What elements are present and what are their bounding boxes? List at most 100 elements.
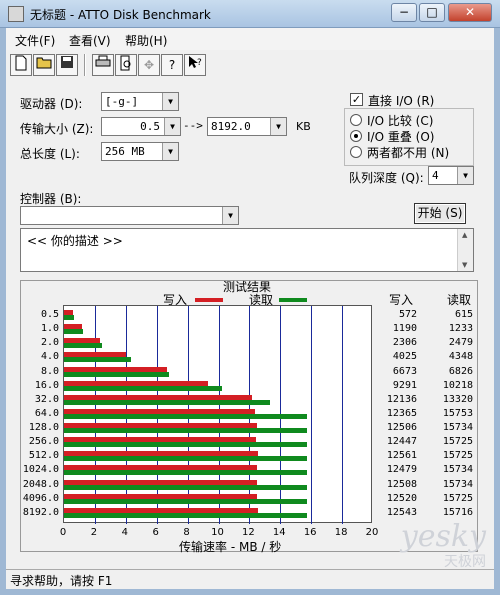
save-icon[interactable] [56, 54, 78, 76]
y-tick-label: 8.0 [40, 365, 59, 377]
app-icon [8, 6, 24, 22]
menu-file[interactable]: 文件(F) [15, 32, 55, 49]
context-help-icon[interactable]: ? [184, 54, 206, 76]
y-tick-label: 1.0 [40, 323, 59, 335]
help-icon[interactable]: ? [161, 54, 183, 76]
print-preview-icon[interactable] [115, 54, 137, 76]
watermark-logo: yesky 天极网 [400, 519, 486, 571]
description-field[interactable]: << 你的描述 >> ▲ ▼ [20, 228, 474, 272]
toolbar-separator [84, 54, 86, 76]
read-value-cell: 15734 [442, 422, 473, 434]
read-value-cell: 2479 [448, 337, 473, 349]
write-value-cell: 12543 [386, 506, 417, 518]
controller-select[interactable]: ▼ [20, 206, 239, 225]
drive-select[interactable]: [-g-] ▼ [101, 92, 179, 111]
y-tick-label: 0.5 [40, 309, 59, 320]
window-title: 无标题 - ATTO Disk Benchmark [30, 8, 211, 22]
grid-line [311, 306, 313, 524]
transfer-from-value: 0.5 [140, 120, 160, 133]
read-bar [64, 315, 74, 320]
svg-text:?: ? [197, 58, 202, 68]
write-value-cell: 9291 [392, 379, 417, 391]
y-tick-label: 128.0 [28, 422, 59, 434]
read-value-cell: 4348 [448, 351, 473, 363]
chevron-down-icon[interactable]: ▼ [222, 207, 238, 224]
y-tick-label: 64.0 [34, 407, 59, 419]
y-tick-label: 8192.0 [22, 506, 59, 518]
x-tick-label: 2 [90, 527, 98, 538]
read-value-cell: 15725 [442, 436, 473, 448]
chart-plot-area [63, 305, 372, 524]
read-bar [64, 456, 307, 462]
chevron-down-icon[interactable]: ▼ [164, 118, 180, 135]
write-value-cell: 12561 [386, 450, 417, 462]
read-bar [64, 512, 307, 518]
transfer-from-select[interactable]: 0.5 ▼ [101, 117, 181, 136]
read-bar [64, 343, 103, 349]
write-value-cell: 12520 [386, 492, 417, 504]
legend-write-swatch [195, 298, 223, 302]
read-value-cell: 615 [454, 309, 473, 320]
queue-depth-select[interactable]: 4 ▼ [428, 166, 474, 185]
scroll-down-icon[interactable]: ▼ [462, 261, 467, 269]
transfer-size-label: 传输大小 (Z): [20, 122, 94, 136]
chevron-down-icon[interactable]: ▼ [162, 93, 178, 110]
io-compare-radio[interactable] [350, 114, 362, 126]
x-tick-label: 0 [59, 527, 67, 538]
read-bar [64, 484, 308, 490]
status-bar: 寻求帮助，请按 F1 [6, 569, 494, 589]
menu-view[interactable]: 查看(V) [69, 32, 111, 49]
direct-io-checkbox[interactable]: ✓ [350, 93, 363, 106]
io-overlap-radio[interactable] [350, 130, 362, 142]
x-tick-label: 18 [334, 527, 348, 538]
new-icon[interactable] [10, 54, 32, 76]
x-axis-label: 传输速率 - MB / 秒 [179, 540, 282, 554]
read-value-cell: 15725 [442, 450, 473, 462]
read-value-cell: 15753 [442, 407, 473, 419]
chevron-down-icon[interactable]: ▼ [457, 167, 473, 184]
io-overlap-label: I/O 重叠 (O) [367, 130, 435, 144]
start-button[interactable]: 开始 (S) [414, 203, 466, 224]
x-tick-label: 20 [365, 527, 379, 538]
chevron-down-icon[interactable]: ▼ [270, 118, 286, 135]
minimize-button[interactable]: − [391, 3, 417, 22]
total-length-label: 总长度 (L): [20, 147, 80, 161]
scroll-up-icon[interactable]: ▲ [462, 231, 467, 239]
print-icon[interactable] [92, 54, 114, 76]
write-value-cell: 12136 [386, 393, 417, 405]
read-bar [64, 385, 222, 391]
title-bar: 无标题 - ATTO Disk Benchmark − □ ✕ [0, 0, 500, 28]
results-panel: 测试结果 写入 读取 写入 读取 传输速率 - MB / 秒 0.5 572 615… [20, 280, 478, 554]
total-length-select[interactable]: 256 MB ▼ [101, 142, 179, 161]
x-tick-label: 16 [303, 527, 317, 538]
write-value-cell: 12479 [386, 464, 417, 476]
chevron-down-icon[interactable]: ▼ [162, 143, 178, 160]
y-tick-label: 512.0 [28, 450, 59, 462]
move-icon[interactable]: ✥ [138, 54, 160, 76]
transfer-unit: KB [296, 120, 311, 133]
open-icon[interactable] [33, 54, 55, 76]
transfer-to-select[interactable]: 8192.0 ▼ [207, 117, 287, 136]
description-text: << 你的描述 >> [27, 234, 123, 248]
write-value-cell: 12365 [386, 407, 417, 419]
read-bar [64, 470, 308, 476]
direct-io-label: 直接 I/O (R) [368, 94, 435, 108]
y-tick-label: 16.0 [34, 379, 59, 391]
read-column-header: 读取 [447, 293, 472, 307]
grid-line [342, 306, 344, 524]
io-compare-label: I/O 比较 (C) [367, 114, 434, 128]
close-button[interactable]: ✕ [448, 3, 492, 22]
watermark-brand: yesky [400, 519, 486, 554]
drive-value: [-g-] [105, 95, 139, 108]
neither-radio[interactable] [350, 146, 362, 158]
maximize-button[interactable]: □ [419, 3, 445, 22]
y-tick-label: 1024.0 [22, 464, 59, 476]
toolbar: ✥ ? ? [6, 52, 494, 80]
description-scrollbar[interactable]: ▲ ▼ [457, 229, 473, 271]
y-tick-label: 4.0 [40, 351, 59, 363]
menu-help[interactable]: 帮助(H) [125, 32, 167, 49]
y-tick-label: 32.0 [34, 393, 59, 405]
transfer-to-value: 8192.0 [211, 120, 251, 133]
read-value-cell: 6826 [448, 365, 473, 377]
write-value-cell: 12447 [386, 436, 417, 448]
